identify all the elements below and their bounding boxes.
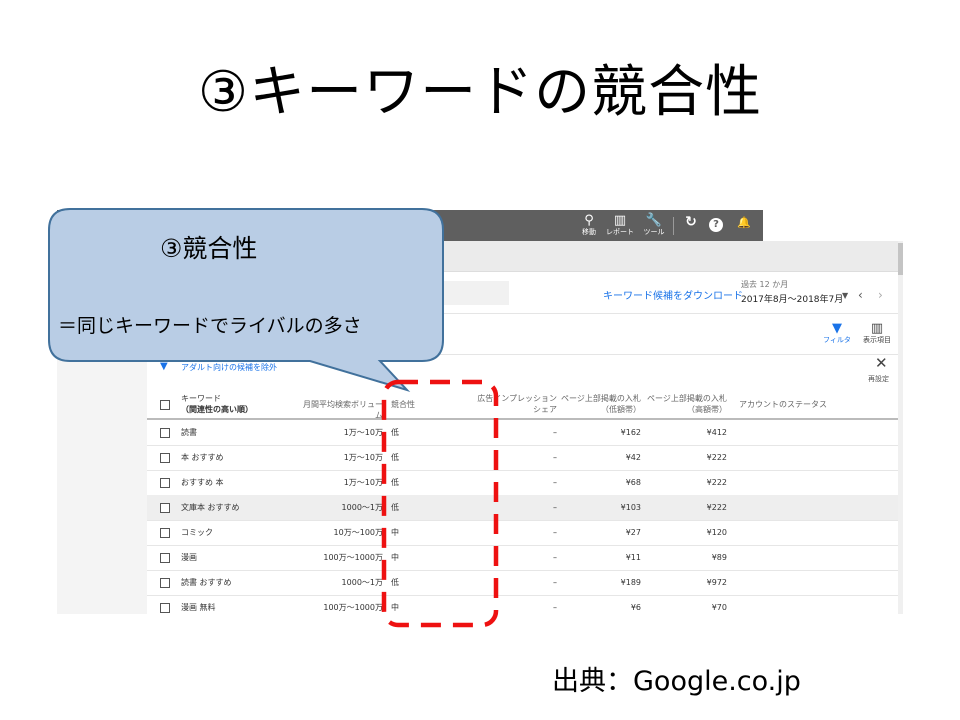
annotation-overlay — [48, 208, 499, 628]
callout-title: ③競合性 — [160, 234, 258, 263]
callout-text: ＝同じキーワードでライバルの多さ — [58, 315, 362, 337]
source-credit: 出典：Google.co.jp — [552, 666, 801, 697]
competition-highlight-box — [381, 379, 499, 628]
